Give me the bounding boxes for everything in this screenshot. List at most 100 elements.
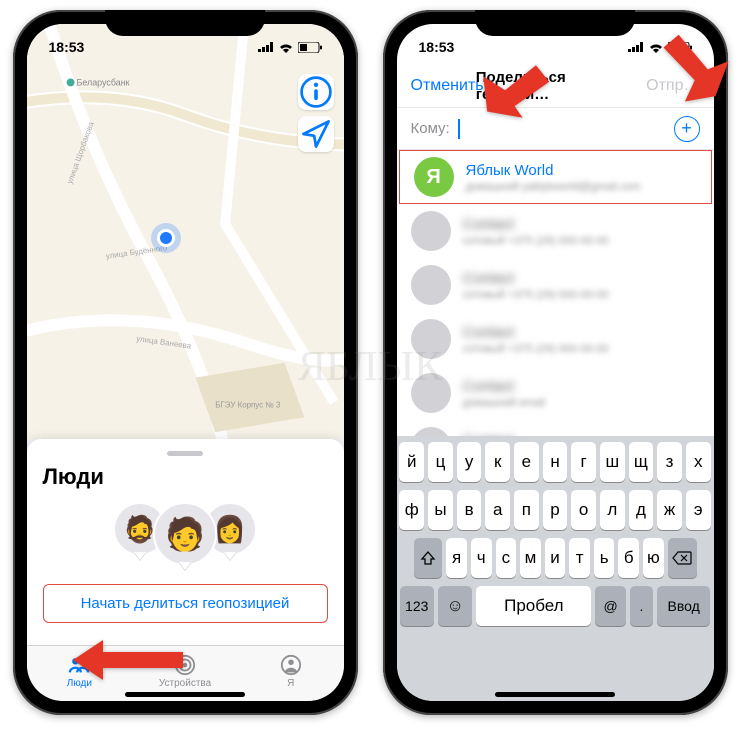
letter-key[interactable]: м [520,538,541,578]
letter-key[interactable]: п [514,490,539,530]
letter-key[interactable]: г [571,442,596,482]
letter-key[interactable]: щ [629,442,654,482]
to-label: Кому: [411,120,450,137]
at-key[interactable]: @ [595,586,626,626]
notch [105,10,265,36]
contact-name: Яблык World [466,162,641,179]
map-locate-button[interactable] [298,116,334,152]
letter-key[interactable]: й [399,442,424,482]
shift-key[interactable] [414,538,443,578]
contact-row[interactable]: Contactсотовый +375 (29) 000-00-00 [397,258,714,312]
letter-key[interactable]: б [618,538,639,578]
status-time: 18:53 [419,39,455,55]
letter-key[interactable]: е [514,442,539,482]
notch [475,10,635,36]
shift-icon [420,550,436,566]
letter-key[interactable]: э [686,490,711,530]
info-icon [298,74,334,110]
people-sheet[interactable]: Люди 🧔 🧑 👩 Начать делиться геопозицией [27,439,344,645]
home-indicator[interactable] [125,692,245,697]
letter-key[interactable]: с [496,538,517,578]
avatar [411,211,451,251]
screen-share: 18:53 Отменить Поделиться геопози… Отпр…… [397,24,714,701]
letter-key[interactable]: ь [594,538,615,578]
letter-key[interactable]: и [545,538,566,578]
letter-key[interactable]: т [569,538,590,578]
backspace-key[interactable] [668,538,697,578]
contact-subtitle: сотовый +375 (29) 000-00-00 [463,235,609,247]
numeric-key[interactable]: 123 [400,586,434,626]
add-contact-button[interactable]: + [674,116,700,142]
contact-row[interactable]: Contact сотовый +375 (29) 000-00-00 [397,312,714,366]
letter-key[interactable]: н [543,442,568,482]
map-info-button[interactable] [298,74,334,110]
space-key[interactable]: Пробел [476,586,591,626]
signal-icon [628,42,644,52]
letter-key[interactable]: я [446,538,467,578]
phone-left: 18:53 Беларусбанк улица Щорбакова улица … [13,10,358,715]
status-icons [258,42,322,53]
memoji-avatar: 🧑 [153,502,217,566]
annotation-arrow [650,24,734,108]
to-field-row[interactable]: Кому: + [397,108,714,150]
contact-subtitle: сотовый +375 (29) 000-00-00 [463,343,609,355]
return-key[interactable]: Ввод [657,586,711,626]
letter-key[interactable]: в [457,490,482,530]
tab-me[interactable]: Я [238,646,344,697]
avatar [411,319,451,359]
contact-row[interactable]: Я Яблык World домашний yablykworld@gmail.c… [399,150,712,204]
emoji-key[interactable]: ☺ [438,586,472,626]
plus-icon: + [681,118,692,139]
contact-name: Contact [463,378,546,395]
letter-key[interactable]: ж [657,490,682,530]
dot-key[interactable]: . [630,586,653,626]
contact-name: Contact [463,216,609,233]
letter-key[interactable]: о [571,490,596,530]
contact-row[interactable]: Contact домашний email [397,366,714,420]
cancel-button[interactable]: Отменить [411,77,484,95]
start-sharing-button[interactable]: Начать делиться геопозицией [43,584,328,623]
contact-name: Contact [463,270,609,287]
letter-key[interactable]: у [457,442,482,482]
battery-icon [298,42,322,53]
avatar [411,373,451,413]
letter-key[interactable]: д [629,490,654,530]
letter-key[interactable]: ч [471,538,492,578]
contact-row[interactable]: Contact+375 (29) 000-00-00 [397,420,714,436]
phone-right: 18:53 Отменить Поделиться геопози… Отпр…… [383,10,728,715]
map[interactable]: Беларусбанк улица Щорбакова улица Будённ… [27,24,344,439]
svg-text:Беларусбанк: Беларусбанк [76,77,129,87]
backspace-icon [672,551,692,565]
sheet-title: Люди [43,464,328,490]
wifi-icon [278,42,294,53]
letter-key[interactable]: ы [428,490,453,530]
letter-key[interactable]: ш [600,442,625,482]
letter-key[interactable]: ф [399,490,424,530]
letter-key[interactable]: х [686,442,711,482]
keyboard[interactable]: йцукенгшщзх фывапролджэ ячсмитьбю 123 ☺ … [397,436,714,701]
letter-key[interactable]: а [485,490,510,530]
letter-key[interactable]: з [657,442,682,482]
annotation-arrow [73,635,183,685]
avatar: Я [414,157,454,197]
text-cursor [458,119,460,139]
home-indicator[interactable] [495,692,615,697]
contact-name: Contact [463,324,609,341]
letter-key[interactable]: р [543,490,568,530]
contact-subtitle: домашний email [463,397,546,409]
tab-label: Я [287,678,294,689]
avatar [411,427,451,436]
me-icon [280,654,302,676]
letter-key[interactable]: ю [643,538,664,578]
contact-row[interactable]: Contact сотовый +375 (29) 000-00-00 [397,204,714,258]
sheet-grabber[interactable] [167,451,203,456]
letter-key[interactable]: л [600,490,625,530]
status-time: 18:53 [49,39,85,55]
annotation-arrow [475,52,555,132]
avatar [411,265,451,305]
contact-list[interactable]: Я Яблык World домашний yablykworld@gmail.c… [397,150,714,436]
letter-key[interactable]: к [485,442,510,482]
letter-key[interactable]: ц [428,442,453,482]
contact-subtitle: домашний yablykworld@gmail.com [466,181,641,193]
memoji-row: 🧔 🧑 👩 [43,502,328,566]
